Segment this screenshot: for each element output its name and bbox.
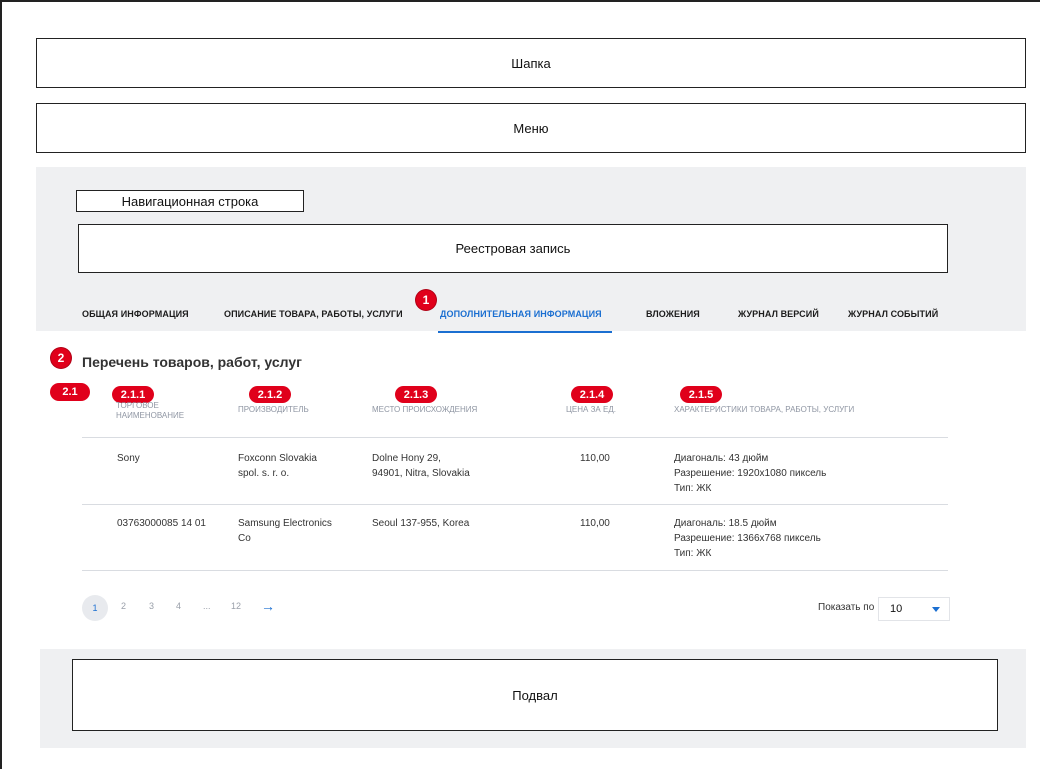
table-header-divider <box>82 437 948 438</box>
page-size-select[interactable]: 10 <box>878 597 950 621</box>
pagination-page[interactable]: 4 <box>176 601 181 611</box>
characteristic-line: Разрешение: 1366х768 пиксель <box>674 533 821 544</box>
tab-general-info[interactable]: ОБЩАЯ ИНФОРМАЦИЯ <box>82 309 189 319</box>
column-header-manufacturer: ПРОИЗВОДИТЕЛЬ <box>238 405 309 414</box>
pagination-current-page[interactable]: 1 <box>82 595 108 621</box>
section-title: Перечень товаров, работ, услуг <box>82 354 302 370</box>
table-cell-characteristics: Диагональ: 43 дюйм Разрешение: 1920х1080… <box>674 451 826 496</box>
characteristic-line: Тип: ЖК <box>674 483 712 494</box>
pagination-page[interactable]: 12 <box>231 601 241 611</box>
table-cell-price: 110,00 <box>580 453 610 464</box>
table-cell-trade-name: Sony <box>117 453 140 464</box>
tab-additional-info[interactable]: ДОПОЛНИТЕЛЬНАЯ ИНФОРМАЦИЯ <box>440 309 602 319</box>
characteristic-line: Разрешение: 1920х1080 пиксель <box>674 468 827 479</box>
tab-attachments[interactable]: ВЛОЖЕНИЯ <box>646 309 700 319</box>
table-bottom-divider <box>82 570 948 571</box>
page-size-label: Показать по <box>818 602 875 613</box>
table-cell-trade-name: 03763000085 14 01 <box>117 518 206 529</box>
marker-2-1-3-badge: 2.1.3 <box>395 386 437 403</box>
marker-1-badge: 1 <box>416 290 436 310</box>
pagination-ellipsis: ... <box>203 601 211 611</box>
column-header-characteristics: ХАРАКТЕРИСТИКИ ТОВАРА, РАБОТЫ, УСЛУГИ <box>674 405 855 414</box>
marker-2-1-5-badge: 2.1.5 <box>680 386 722 403</box>
column-header-trade-name-line2: НАИМЕНОВАНИЕ <box>116 411 185 420</box>
characteristic-line: Тип: ЖК <box>674 548 712 559</box>
breadcrumb-label: Навигационная строка <box>121 193 259 209</box>
marker-2-1-badge: 2.1 <box>50 383 90 401</box>
marker-2-1-2-badge: 2.1.2 <box>249 386 291 403</box>
column-header-trade-name-line1: ТОРГОВОЕ <box>116 401 159 410</box>
active-tab-indicator <box>438 331 612 333</box>
manufacturer-line: spol. s. r. o. <box>238 468 290 479</box>
table-cell-origin: Seoul 137-955, Korea <box>372 518 470 529</box>
footer-block: Подвал <box>72 659 998 731</box>
page-size-value: 10 <box>890 603 903 615</box>
tab-event-log[interactable]: ЖУРНАЛ СОБЫТИЙ <box>848 309 938 319</box>
origin-line: 94901, Nitra, Slovakia <box>372 468 470 479</box>
column-header-trade-name: ТОРГОВОЕ НАИМЕНОВАНИЕ <box>116 401 184 421</box>
pagination-page[interactable]: 3 <box>149 601 154 611</box>
tab-version-log[interactable]: ЖУРНАЛ ВЕРСИЙ <box>738 309 819 319</box>
column-header-price: ЦЕНА ЗА ЕД. <box>566 405 616 414</box>
column-header-origin: МЕСТО ПРОИСХОЖДЕНИЯ <box>372 405 478 414</box>
header-block: Шапка <box>36 38 1026 88</box>
manufacturer-line: Samsung Electronics <box>238 518 332 529</box>
tab-description[interactable]: ОПИСАНИЕ ТОВАРА, РАБОТЫ, УСЛУГИ <box>224 309 403 319</box>
registry-record-block: Реестровая запись <box>78 224 948 273</box>
origin-line: Dolne Hony 29, <box>372 453 441 464</box>
marker-2-badge: 2 <box>51 348 71 368</box>
menu-block: Меню <box>36 103 1026 153</box>
table-cell-manufacturer: Foxconn Slovakia spol. s. r. o. <box>238 451 317 481</box>
breadcrumb-block[interactable]: Навигационная строка <box>76 190 304 212</box>
table-row-divider <box>82 504 948 505</box>
menu-label: Меню <box>513 120 549 136</box>
characteristic-line: Диагональ: 43 дюйм <box>674 453 769 464</box>
characteristic-line: Диагональ: 18.5 дюйм <box>674 518 777 529</box>
table-cell-characteristics: Диагональ: 18.5 дюйм Разрешение: 1366х76… <box>674 516 821 561</box>
manufacturer-line: Co <box>238 533 251 544</box>
footer-label: Подвал <box>512 687 558 703</box>
marker-2-1-4-badge: 2.1.4 <box>571 386 613 403</box>
manufacturer-line: Foxconn Slovakia <box>238 453 317 464</box>
pagination-page[interactable]: 2 <box>121 601 126 611</box>
chevron-down-icon <box>932 607 940 612</box>
arrow-right-icon[interactable]: → <box>261 598 275 614</box>
table-cell-price: 110,00 <box>580 518 610 529</box>
table-cell-origin: Dolne Hony 29, 94901, Nitra, Slovakia <box>372 451 470 481</box>
registry-record-label: Реестровая запись <box>455 241 571 256</box>
header-label: Шапка <box>511 55 551 71</box>
table-cell-manufacturer: Samsung Electronics Co <box>238 516 332 546</box>
